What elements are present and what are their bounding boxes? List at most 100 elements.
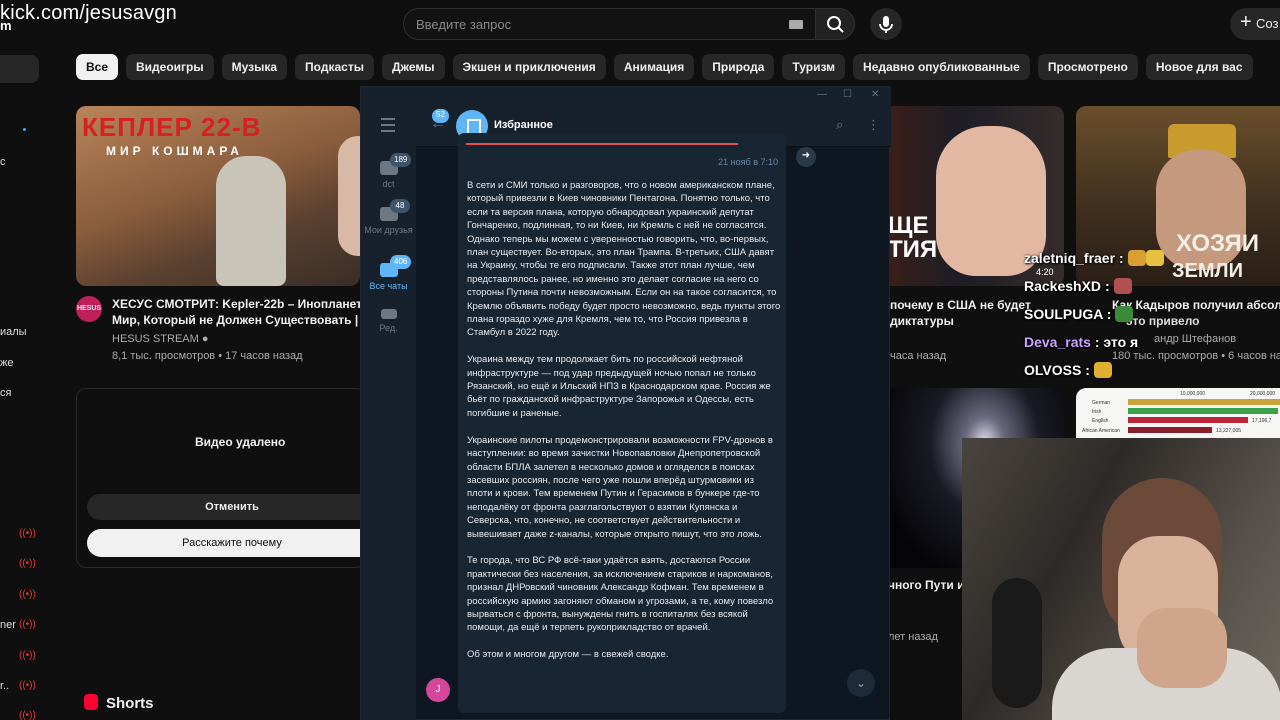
chart-bar: [1128, 417, 1248, 423]
video-thumbnail-kepler[interactable]: КЕПЛЕР 22-В МИР КОШМАРА: [76, 106, 360, 286]
shorts-label: Shorts: [106, 695, 154, 712]
chart-row-label: English: [1092, 418, 1109, 424]
chat-message: SOULPUGA :: [1024, 306, 1134, 322]
sidebar-item-fragment[interactable]: r..: [0, 680, 9, 692]
message-paragraph: Украина между тем продолжает бить по рос…: [467, 354, 771, 419]
chat-text: :: [1118, 250, 1124, 266]
create-button[interactable]: + Соз: [1230, 8, 1280, 40]
chat-user: OLVOSS: [1024, 362, 1082, 378]
chat-title[interactable]: Избранное: [494, 119, 553, 131]
video-title[interactable]: почему в США не будет диктатуры: [890, 297, 1031, 329]
chip-watched[interactable]: Просмотрено: [1037, 54, 1138, 80]
stream-url-fragment: m: [0, 18, 12, 33]
chart-row-label: German: [1092, 400, 1111, 406]
sidebar-unread-dot: [23, 128, 26, 131]
chip-music[interactable]: Музыка: [221, 54, 288, 80]
video-title[interactable]: ХЕСУС СМОТРИТ: Kepler-22b – Инопланетн М…: [112, 296, 362, 328]
sidebar-item-fragment[interactable]: иалы: [0, 326, 27, 338]
search-icon[interactable]: ⌕: [836, 117, 843, 133]
scroll-down-button[interactable]: ⌄: [847, 669, 875, 697]
sidebar-item-fragment[interactable]: же: [0, 357, 13, 369]
search-button[interactable]: [815, 8, 855, 40]
unread-badge: 189: [390, 153, 412, 167]
live-icon: ((•)): [19, 650, 36, 661]
menu-icon[interactable]: [381, 118, 395, 136]
message-bubble[interactable]: 21 нояб в 7:10 В сети и СМИ только и раз…: [458, 133, 786, 713]
shorts-icon: [84, 694, 98, 710]
close-icon[interactable]: ✕: [871, 89, 879, 100]
video-meta: часа назад: [890, 350, 947, 362]
video-meta: 8,1 тыс. просмотров • 17 часов назад: [112, 350, 303, 362]
video-title[interactable]: чного Пути и: [888, 578, 964, 592]
video-title[interactable]: Как Кадыров получил абсолю: [1112, 297, 1280, 313]
thumbnail-subtitle: МИР КОШМАРА: [106, 144, 243, 158]
chip-tourism[interactable]: Туризм: [782, 54, 846, 80]
chat-message: OLVOSS :: [1024, 362, 1112, 378]
sidebar-item-fragment[interactable]: ся: [0, 387, 11, 399]
search-input[interactable]: Введите запрос: [403, 8, 816, 40]
streamer-face: [338, 136, 360, 256]
channel-avatar[interactable]: HESUS: [76, 296, 102, 322]
folder-label: dct: [382, 179, 395, 189]
user-avatar[interactable]: J: [426, 678, 450, 702]
sliders-icon: [380, 309, 397, 319]
chip-action[interactable]: Экшен и приключения: [452, 54, 606, 80]
chat-text: :: [1104, 278, 1110, 294]
chat-user: SOULPUGA: [1024, 306, 1103, 322]
voice-search-button[interactable]: [870, 8, 902, 40]
chip-new-for-you[interactable]: Новое для вас: [1145, 54, 1253, 80]
forward-icon[interactable]: ➜: [796, 147, 816, 167]
keyboard-icon[interactable]: [789, 20, 803, 29]
chip-jams[interactable]: Джемы: [381, 54, 445, 80]
folder-all-chats[interactable]: 406 Все чаты: [361, 255, 416, 291]
removed-video-card: Видео удалено Отменить Расскажите почему: [76, 388, 377, 568]
folder-friends[interactable]: 48 Мои друзья: [361, 199, 416, 235]
thumbnail-text: ЗЕМЛИ РУСС: [1172, 260, 1243, 286]
emote-icon: [1127, 250, 1146, 266]
shorts-heading: Shorts: [84, 694, 154, 712]
chip-all[interactable]: Все: [76, 54, 119, 80]
create-label: Соз: [1256, 16, 1279, 31]
chip-videogames[interactable]: Видеоигры: [126, 54, 214, 80]
stream-url-overlay: kick.com/jesusavgn: [0, 2, 177, 24]
folder-label: Все чаты: [369, 281, 408, 291]
folder-edit[interactable]: Ред.: [361, 309, 416, 333]
minimize-icon[interactable]: —: [817, 89, 827, 100]
maximize-icon[interactable]: ☐: [843, 89, 852, 100]
video-title-line: диктатуры: [890, 314, 954, 328]
thumbnail-text-line: ЩЕ: [888, 212, 929, 239]
astronaut-figure: [216, 156, 286, 286]
chart-row-label: African American: [1082, 428, 1120, 434]
verified-icon: ●: [201, 333, 209, 345]
chat-text: :: [1085, 362, 1090, 378]
live-icon: ((•)): [19, 710, 36, 720]
telegram-folders-sidebar: 189 dct 48 Мои друзья 406 Все чаты Ред.: [361, 105, 416, 720]
chip-animation[interactable]: Анимация: [613, 54, 695, 80]
more-options-icon[interactable]: ⋮: [867, 117, 880, 133]
streamer-webcam: [962, 438, 1280, 720]
window-titlebar[interactable]: — ☐ ✕: [361, 87, 891, 105]
chip-podcasts[interactable]: Подкасты: [295, 54, 374, 80]
thumbnail-title: КЕПЛЕР 22-В: [82, 112, 262, 142]
sidebar-item-fragment[interactable]: с: [0, 156, 6, 168]
channel-name[interactable]: HESUS STREAM ●: [112, 333, 209, 345]
unread-badge: 48: [390, 199, 410, 213]
emote-icon: [1093, 362, 1112, 378]
microphone: [992, 578, 1042, 708]
sidebar-active-item[interactable]: [0, 55, 39, 83]
video-thumbnail-chart[interactable]: 10,000,000 20,000,000 German Irish Engli…: [1076, 388, 1280, 438]
video-meta: лет назад: [888, 631, 938, 643]
chip-recent[interactable]: Недавно опубликованные: [853, 54, 1030, 80]
chart-row-label: Irish: [1092, 409, 1102, 415]
message-paragraph: В сети и СМИ только и разговоров, что о …: [467, 180, 781, 339]
folder-label: Ред.: [379, 323, 398, 333]
chart-bar: [1128, 427, 1212, 433]
chip-nature[interactable]: Природа: [702, 54, 775, 80]
plus-icon: +: [1240, 11, 1252, 33]
sidebar-item-fragment[interactable]: ner: [0, 619, 16, 631]
tell-why-button[interactable]: Расскажите почему: [87, 529, 377, 557]
folder-dct[interactable]: 189 dct: [361, 153, 416, 189]
message-paragraph: Те города, что ВС РФ всё-таки удаётся вз…: [467, 555, 774, 634]
undo-button[interactable]: Отменить: [87, 494, 377, 520]
channel-name[interactable]: андр Штефанов: [1154, 333, 1236, 345]
